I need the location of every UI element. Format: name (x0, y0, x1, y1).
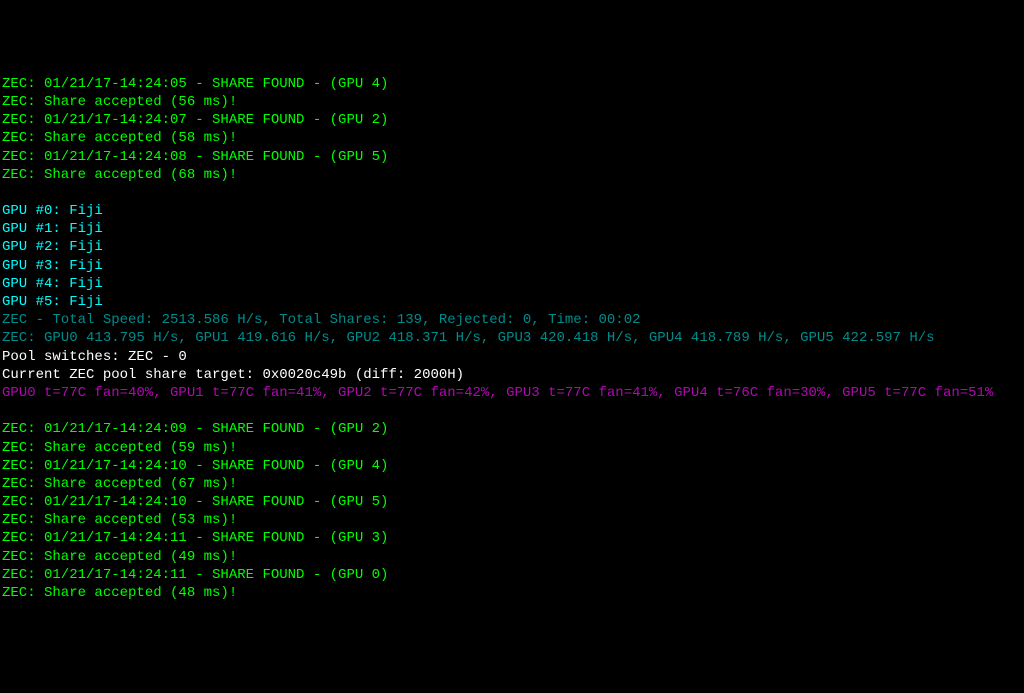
log-line: ZEC: Share accepted (67 ms)! (2, 475, 1024, 493)
log-line: ZEC: GPU0 413.795 H/s, GPU1 419.616 H/s,… (2, 329, 1024, 347)
log-line: ZEC: Share accepted (58 ms)! (2, 129, 1024, 147)
log-line: ZEC: 01/21/17-14:24:05 - SHARE FOUND - (… (2, 75, 1024, 93)
log-line: ZEC: 01/21/17-14:24:11 - SHARE FOUND - (… (2, 566, 1024, 584)
log-line: ZEC - Total Speed: 2513.586 H/s, Total S… (2, 311, 1024, 329)
log-line: GPU #0: Fiji (2, 202, 1024, 220)
log-line: ZEC: Share accepted (49 ms)! (2, 548, 1024, 566)
terminal-output: ZEC: 01/21/17-14:24:05 - SHARE FOUND - (… (2, 75, 1024, 602)
log-line: Current ZEC pool share target: 0x0020c49… (2, 366, 1024, 384)
log-line: ZEC: 01/21/17-14:24:08 - SHARE FOUND - (… (2, 148, 1024, 166)
log-line: ZEC: 01/21/17-14:24:11 - SHARE FOUND - (… (2, 529, 1024, 547)
log-line: GPU #5: Fiji (2, 293, 1024, 311)
log-line: ZEC: Share accepted (56 ms)! (2, 93, 1024, 111)
log-line: GPU #3: Fiji (2, 257, 1024, 275)
log-line: ZEC: 01/21/17-14:24:10 - SHARE FOUND - (… (2, 493, 1024, 511)
log-line: GPU #1: Fiji (2, 220, 1024, 238)
log-line: ZEC: Share accepted (53 ms)! (2, 511, 1024, 529)
log-line: ZEC: Share accepted (59 ms)! (2, 439, 1024, 457)
log-line: ZEC: 01/21/17-14:24:09 - SHARE FOUND - (… (2, 420, 1024, 438)
log-line (2, 402, 1024, 420)
log-line: ZEC: Share accepted (68 ms)! (2, 166, 1024, 184)
log-line: ZEC: 01/21/17-14:24:07 - SHARE FOUND - (… (2, 111, 1024, 129)
log-line: ZEC: Share accepted (48 ms)! (2, 584, 1024, 602)
log-line: Pool switches: ZEC - 0 (2, 348, 1024, 366)
log-line: ZEC: 01/21/17-14:24:10 - SHARE FOUND - (… (2, 457, 1024, 475)
log-line (2, 184, 1024, 202)
log-line: GPU0 t=77C fan=40%, GPU1 t=77C fan=41%, … (2, 384, 1024, 402)
log-line: GPU #2: Fiji (2, 238, 1024, 256)
log-line: GPU #4: Fiji (2, 275, 1024, 293)
